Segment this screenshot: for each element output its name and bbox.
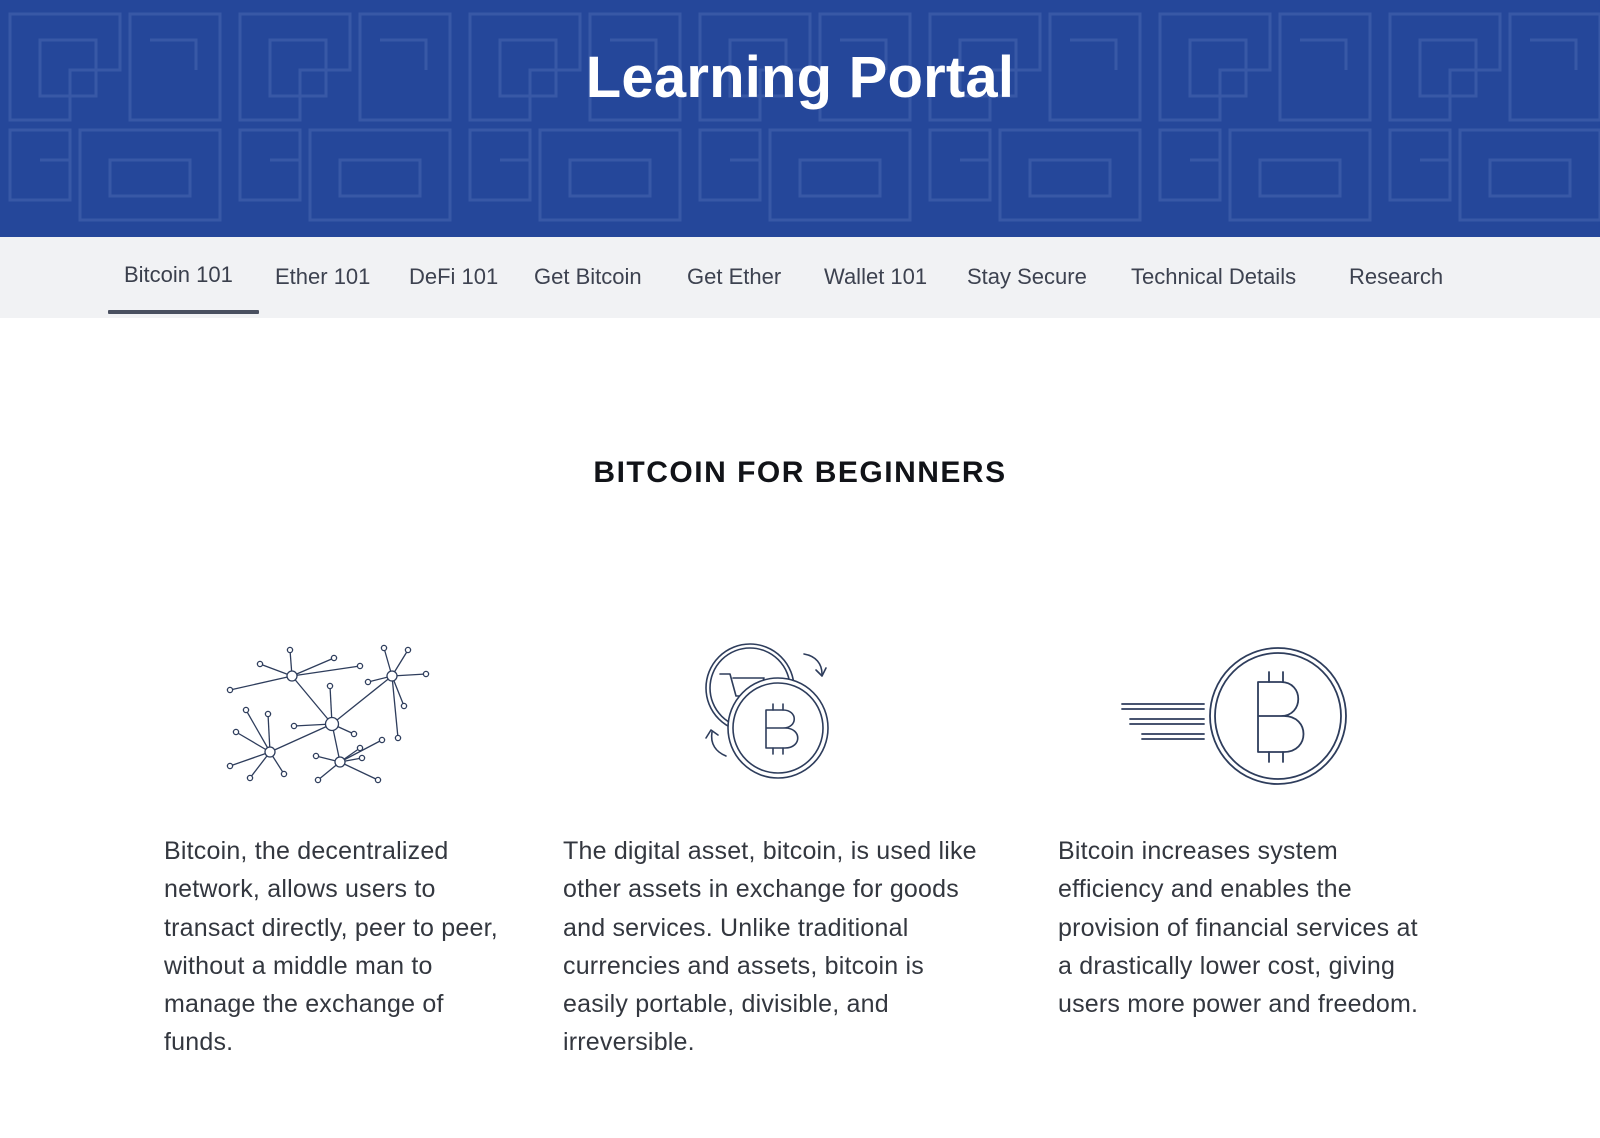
hero-banner: Learning Portal: [0, 0, 1600, 237]
fast-bitcoin-icon: [1121, 647, 1347, 785]
tab-wallet-101[interactable]: Wallet 101: [824, 237, 927, 318]
tab-get-bitcoin[interactable]: Get Bitcoin: [534, 237, 642, 318]
hero-background-pattern: [0, 0, 1600, 237]
tab-bar: Bitcoin 101 Ether 101 DeFi 101 Get Bitco…: [0, 237, 1600, 318]
tab-ether-101[interactable]: Ether 101: [275, 237, 370, 318]
tab-defi-101[interactable]: DeFi 101: [409, 237, 498, 318]
page-title: Learning Portal: [585, 45, 1015, 110]
tab-stay-secure[interactable]: Stay Secure: [967, 237, 1087, 318]
feature-text-digital-asset: The digital asset, bitcoin, is used like…: [563, 837, 977, 1057]
bitcoin-exchange-icon: [705, 643, 829, 779]
feature-text-network: Bitcoin, the decentralized network, allo…: [164, 837, 498, 1057]
network-icon: [226, 644, 430, 784]
tab-technical-details[interactable]: Technical Details: [1131, 237, 1296, 318]
tab-research[interactable]: Research: [1349, 237, 1443, 318]
active-tab-indicator: [108, 310, 259, 314]
section-title: BITCOIN FOR BEGINNERS: [593, 456, 1007, 489]
tab-get-ether[interactable]: Get Ether: [687, 237, 781, 318]
feature-text-efficiency: Bitcoin increases system efficiency and …: [1058, 837, 1419, 1019]
tab-bitcoin-101[interactable]: Bitcoin 101: [124, 235, 233, 316]
